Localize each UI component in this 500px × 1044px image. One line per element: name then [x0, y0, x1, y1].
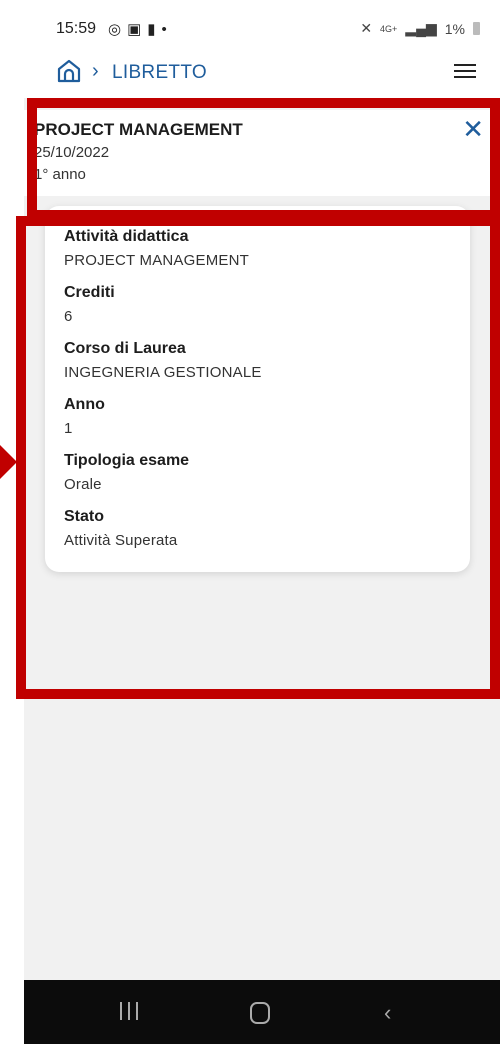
- home-button[interactable]: [250, 1002, 270, 1024]
- home-icon[interactable]: [56, 58, 82, 84]
- status-notification-icons: ◎ ▣ ▮ •: [108, 20, 167, 39]
- status-time: 15:59: [56, 20, 97, 37]
- breadcrumb-chevron-icon: ›: [92, 60, 99, 82]
- signal-icon: ▂▄▆: [405, 20, 437, 36]
- android-nav-bar: ‹: [24, 980, 500, 1044]
- gallery-icon: ▣: [127, 21, 142, 38]
- network-type: 4G+: [380, 23, 398, 34]
- battery-level: 1%: [444, 20, 465, 37]
- breadcrumb-libretto[interactable]: LIBRETTO: [112, 62, 207, 84]
- back-button[interactable]: ‹: [384, 1000, 391, 1026]
- mute-icon: ✕: [360, 20, 373, 36]
- lock-icon: ▮: [147, 21, 156, 38]
- annotation-box-header: [27, 98, 500, 220]
- annotation-box-card: [16, 216, 500, 699]
- status-system-icons: ✕ 4G+ ▂▄▆ 1%: [360, 20, 480, 37]
- dot-icon: •: [161, 20, 167, 38]
- top-app-bar: › LIBRETTO: [24, 52, 500, 98]
- recent-apps-button[interactable]: [120, 1002, 138, 1022]
- status-bar: 15:59 ◎ ▣ ▮ • ✕ 4G+ ▂▄▆ 1%: [24, 0, 500, 52]
- annotation-arrow-icon: [0, 445, 17, 479]
- battery-icon: [473, 22, 480, 35]
- whatsapp-icon: ◎: [108, 21, 122, 38]
- menu-icon[interactable]: [454, 64, 476, 80]
